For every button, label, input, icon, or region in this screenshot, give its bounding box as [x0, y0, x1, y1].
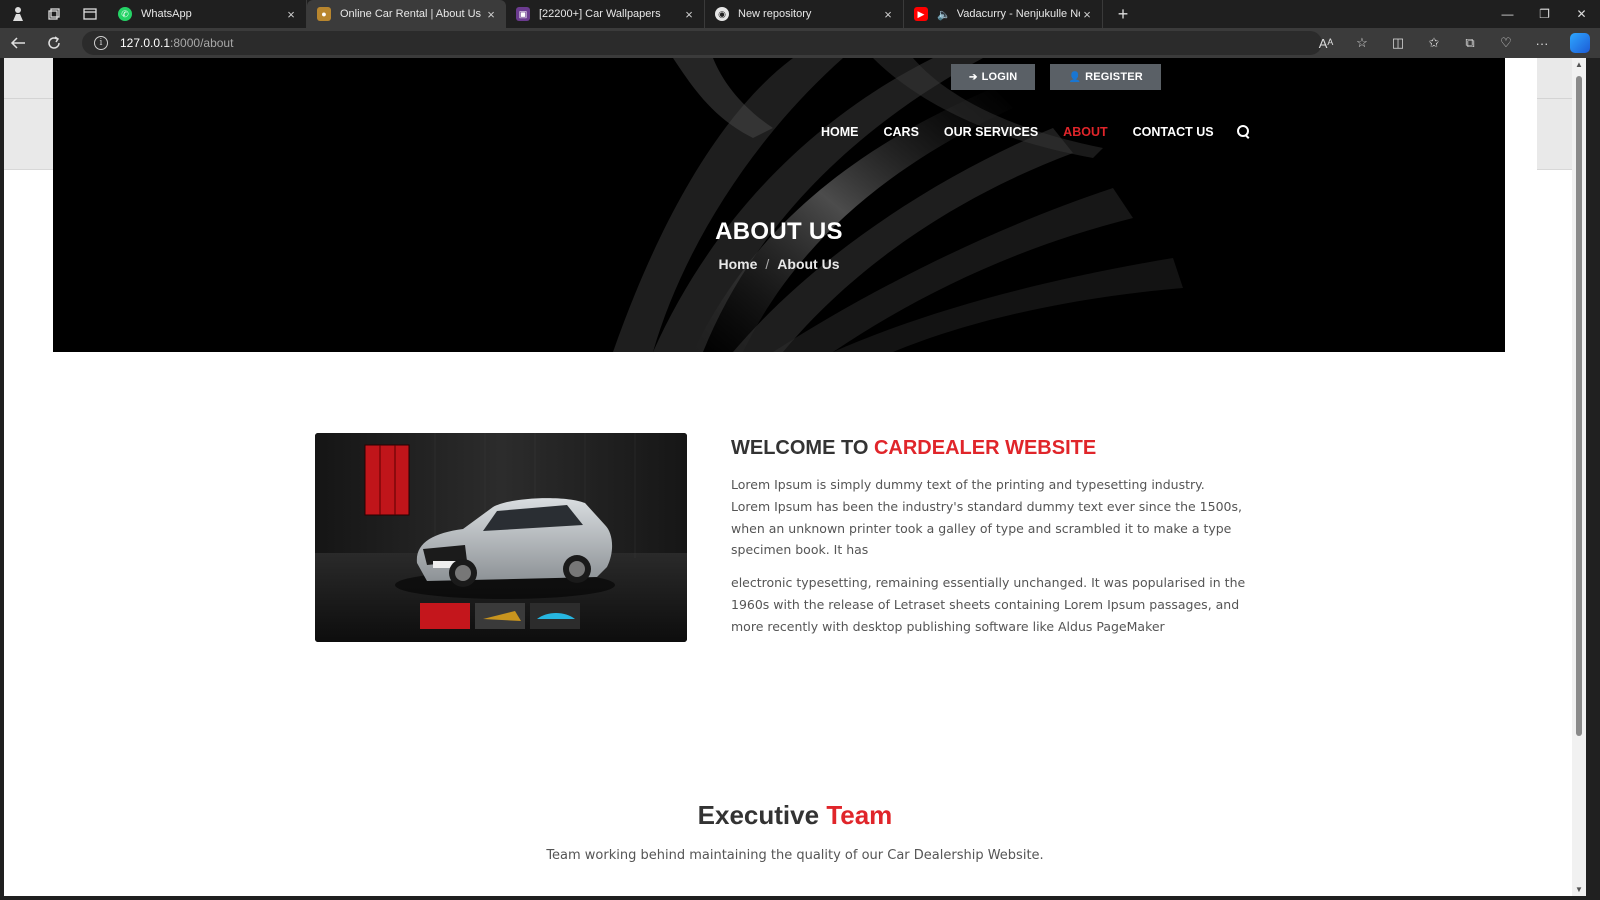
page-viewport: ➔ LOGIN 👤 REGISTER HOME CARS OUR SERVICE…	[4, 58, 1586, 896]
url-path: :8000/about	[170, 36, 234, 50]
user-plus-icon: 👤	[1068, 71, 1082, 83]
page-scrollbar[interactable]: ▲ ▼	[1572, 58, 1586, 896]
team-heading: Executive Team	[4, 800, 1586, 831]
side-gutter-left	[4, 58, 53, 170]
auth-actions: ➔ LOGIN 👤 REGISTER	[951, 64, 1161, 90]
read-aloud-icon[interactable]: Aᴬ	[1308, 36, 1344, 51]
close-icon[interactable]: ×	[484, 7, 498, 22]
tab-title: WhatsApp	[141, 8, 192, 20]
tab-title: New repository	[738, 8, 812, 20]
breadcrumb: Home / About Us	[53, 256, 1505, 272]
back-button[interactable]	[0, 28, 36, 58]
register-button[interactable]: 👤 REGISTER	[1050, 64, 1161, 90]
welcome-paragraph-1: Lorem Ipsum is simply dummy text of the …	[731, 477, 1242, 558]
close-icon[interactable]: ×	[881, 7, 895, 22]
reload-button[interactable]	[36, 28, 72, 58]
tab-actions-icon[interactable]	[72, 0, 108, 28]
url-host: 127.0.0.1	[120, 36, 171, 50]
breadcrumb-home[interactable]: Home	[718, 256, 757, 272]
team-heading-highlight: Team	[826, 800, 893, 830]
nav-home[interactable]: HOME	[821, 125, 859, 139]
tab-title: Online Car Rental | About Us	[340, 8, 482, 20]
hero-background-streaks	[53, 58, 1505, 352]
team-heading-prefix: Executive	[697, 800, 827, 830]
search-icon[interactable]	[1236, 125, 1251, 139]
window-bottom-edge	[0, 896, 1600, 900]
site-icon: ●	[317, 7, 331, 21]
login-label: LOGIN	[981, 71, 1018, 83]
url-field[interactable]: i 127.0.0.1:8000/about	[82, 31, 1322, 55]
youtube-icon: ▶	[914, 7, 928, 21]
browser-toolbar-icons: Aᴬ ☆ ◫ ✩ ⧉ ♡ ···	[1308, 28, 1600, 58]
back-arrow-icon	[10, 37, 25, 49]
login-icon: ➔	[969, 71, 978, 83]
page-title: ABOUT US	[715, 218, 843, 245]
favorite-star-icon[interactable]: ☆	[1344, 35, 1380, 51]
collections-icon[interactable]: ⧉	[1452, 35, 1488, 51]
close-icon[interactable]: ×	[682, 7, 696, 22]
welcome-paragraph-2: electronic typesetting, remaining essent…	[731, 575, 1246, 634]
window-controls: — ❐ ✕	[1489, 0, 1600, 28]
profile-icon[interactable]	[0, 0, 36, 28]
github-icon: ◉	[715, 7, 729, 21]
tab-car-wallpapers[interactable]: ▣ [22200+] Car Wallpapers ×	[506, 0, 705, 28]
hero-banner: ➔ LOGIN 👤 REGISTER HOME CARS OUR SERVICE…	[53, 58, 1505, 352]
breadcrumb-current: About Us	[777, 256, 840, 272]
copilot-icon[interactable]	[1570, 33, 1590, 53]
login-button[interactable]: ➔ LOGIN	[951, 64, 1036, 90]
tab-title: Vadacurry - Nenjukulle Nee	[956, 8, 1080, 20]
main-navigation: HOME CARS OUR SERVICES ABOUT CONTACT US	[821, 125, 1251, 139]
showroom-car-image	[315, 433, 687, 642]
split-screen-icon[interactable]: ◫	[1380, 35, 1416, 51]
breadcrumb-separator: /	[765, 256, 770, 272]
welcome-heading: WELCOME TO CARDEALER WEBSITE	[731, 437, 1096, 460]
whatsapp-icon: ✆	[118, 7, 132, 21]
nav-cars[interactable]: CARS	[884, 125, 919, 139]
tab-online-car-rental[interactable]: ● Online Car Rental | About Us ×	[307, 0, 506, 28]
tab-whatsapp[interactable]: ✆ WhatsApp ×	[108, 0, 307, 28]
close-icon[interactable]: ×	[1080, 7, 1094, 22]
new-tab-button[interactable]: +	[1109, 4, 1137, 25]
site-info-icon[interactable]: i	[94, 36, 108, 50]
welcome-heading-prefix: WELCOME TO	[731, 437, 874, 459]
browser-tab-bar: ✆ WhatsApp × ● Online Car Rental | About…	[0, 0, 1600, 28]
close-window-icon[interactable]: ✕	[1563, 0, 1600, 28]
speaker-icon[interactable]: 🔈	[937, 8, 951, 21]
nav-about[interactable]: ABOUT	[1063, 125, 1107, 139]
scroll-up-icon[interactable]: ▲	[1574, 60, 1584, 69]
wallpaper-site-icon: ▣	[516, 7, 530, 21]
tab-title: [22200+] Car Wallpapers	[539, 8, 661, 20]
close-icon[interactable]: ×	[284, 7, 298, 22]
nav-our-services[interactable]: OUR SERVICES	[944, 125, 1038, 139]
browser-essentials-icon[interactable]: ♡	[1488, 35, 1524, 51]
scroll-down-icon[interactable]: ▼	[1574, 885, 1584, 894]
tab-new-repository[interactable]: ◉ New repository ×	[705, 0, 904, 28]
scrollbar-thumb[interactable]	[1576, 76, 1582, 736]
reload-icon	[48, 36, 60, 49]
register-label: REGISTER	[1085, 71, 1143, 83]
tab-vadacurry[interactable]: ▶ 🔈 Vadacurry - Nenjukulle Nee ×	[904, 0, 1103, 28]
team-subtitle: Team working behind maintaining the qual…	[546, 848, 1044, 863]
favorites-icon[interactable]: ✩	[1416, 35, 1452, 51]
workspaces-icon[interactable]	[36, 0, 72, 28]
more-menu-icon[interactable]: ···	[1524, 36, 1560, 51]
nav-contact-us[interactable]: CONTACT US	[1133, 125, 1214, 139]
minimize-icon[interactable]: —	[1489, 0, 1526, 28]
restore-icon[interactable]: ❐	[1526, 0, 1563, 28]
browser-address-bar: i 127.0.0.1:8000/about Aᴬ ☆ ◫ ✩ ⧉ ♡ ···	[0, 28, 1600, 58]
welcome-heading-highlight: CARDEALER WEBSITE	[873, 437, 1097, 459]
